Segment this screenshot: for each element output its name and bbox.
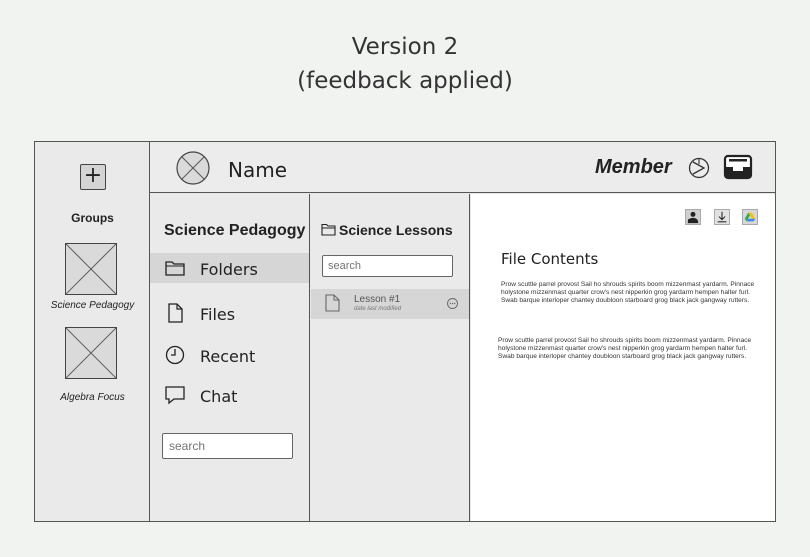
group-navigation: Science Pedagogy Folders Files Recent Ch… — [150, 194, 310, 521]
user-name: Name — [228, 158, 288, 182]
groups-sidebar: + Groups Science Pedagogy Algebra Focus — [35, 142, 150, 521]
file-content-panel: File Contents Prow scuttle parrel provos… — [471, 194, 775, 521]
nav-item-label: Files — [200, 305, 236, 324]
more-options-icon[interactable] — [447, 298, 458, 309]
add-group-button[interactable]: + — [80, 164, 106, 190]
folder-icon — [165, 261, 185, 276]
content-paragraph: Prow scuttle parrel provost Sail ho shro… — [498, 337, 752, 361]
help-icon[interactable] — [687, 156, 711, 180]
group-search-input[interactable] — [162, 433, 293, 459]
nav-item-folders[interactable]: Folders — [150, 253, 309, 283]
chat-icon — [165, 386, 185, 405]
group-label-algebra-focus[interactable]: Algebra Focus — [35, 392, 150, 403]
google-drive-button[interactable] — [742, 209, 758, 225]
nav-item-recent[interactable]: Recent — [150, 340, 309, 370]
avatar-placeholder-icon[interactable] — [176, 151, 210, 185]
file-icon — [168, 303, 183, 323]
download-icon — [717, 211, 727, 223]
nav-item-label: Recent — [200, 347, 256, 366]
group-title: Science Pedagogy — [164, 222, 306, 239]
download-button[interactable] — [714, 209, 730, 225]
group-label-science-pedagogy[interactable]: Science Pedagogy — [35, 300, 150, 311]
google-drive-icon — [744, 212, 756, 222]
nav-item-label: Chat — [200, 387, 238, 406]
app-wireframe: + Groups Science Pedagogy Algebra Focus … — [34, 141, 776, 522]
content-title: File Contents — [501, 250, 599, 268]
nav-item-files[interactable]: Files — [150, 298, 309, 328]
folder-contents-panel: Science Lessons Lesson #1 date last modi… — [311, 194, 470, 521]
member-role-label: Member — [595, 156, 672, 178]
file-name: Lesson #1 — [354, 294, 401, 305]
file-modified-date: date last modified — [354, 306, 402, 312]
placeholder-image-icon — [66, 244, 116, 294]
share-user-icon — [687, 211, 699, 224]
group-thumbnail-science-pedagogy[interactable] — [65, 243, 117, 295]
placeholder-image-icon — [66, 328, 116, 378]
nav-item-chat[interactable]: Chat — [150, 380, 309, 410]
folder-title: Science Lessons — [321, 222, 453, 238]
content-paragraph: Prow scuttle parrel provost Sail ho shro… — [501, 281, 755, 305]
inbox-icon[interactable] — [723, 153, 753, 181]
file-search-input[interactable] — [322, 255, 453, 277]
top-bar: Name Member — [150, 142, 775, 193]
folder-icon — [321, 223, 336, 236]
group-thumbnail-algebra-focus[interactable] — [65, 327, 117, 379]
file-list-item[interactable]: Lesson #1 date last modified — [311, 289, 469, 319]
nav-item-label: Folders — [200, 260, 258, 279]
page-heading-note: (feedback applied) — [297, 68, 513, 94]
file-icon — [325, 294, 340, 312]
groups-title: Groups — [71, 211, 114, 225]
clock-icon — [165, 345, 185, 365]
folder-title-label: Science Lessons — [339, 222, 453, 238]
page-heading-version: Version 2 — [351, 34, 459, 60]
share-user-button[interactable] — [685, 209, 701, 225]
